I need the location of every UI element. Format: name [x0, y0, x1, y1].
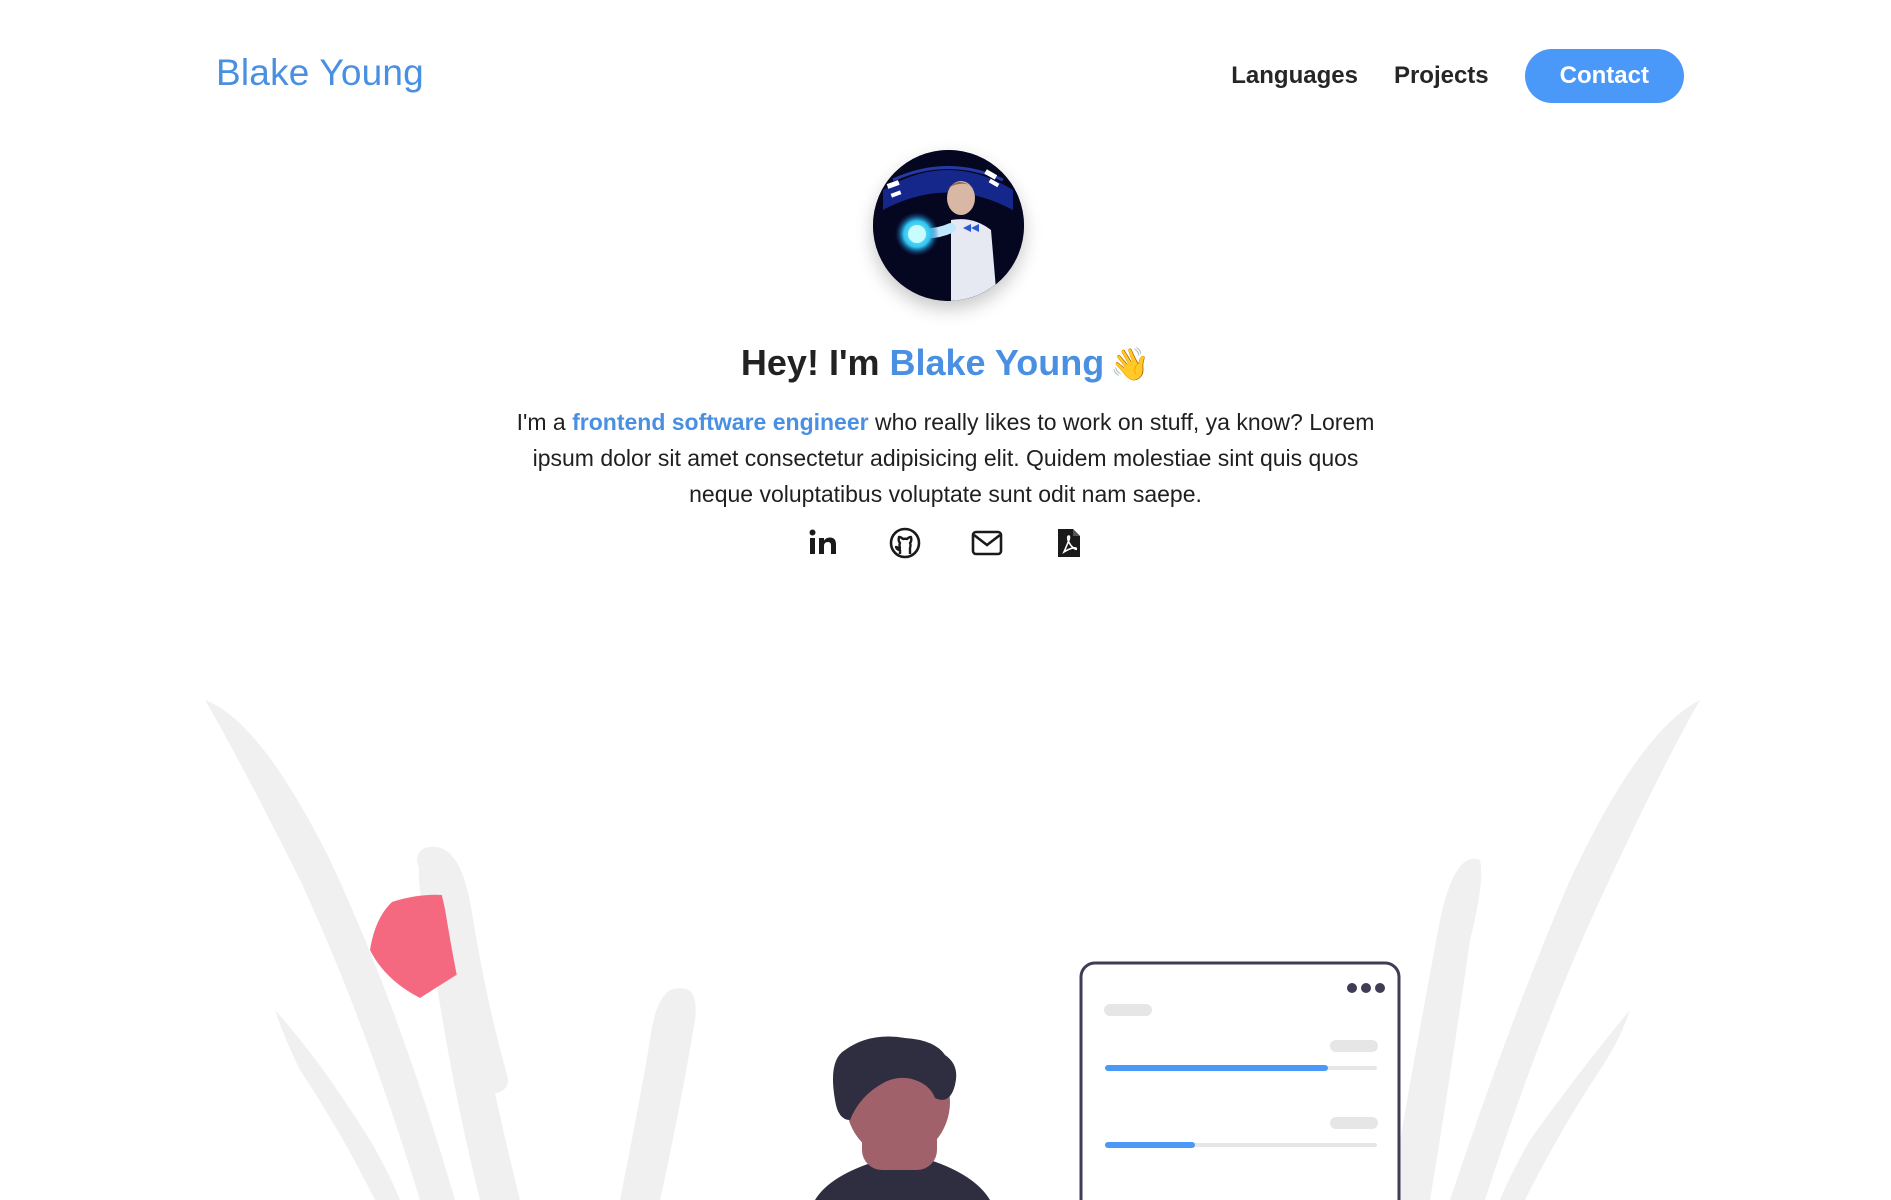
developer-illustration	[205, 700, 1700, 1200]
hero-heading: Hey! I'm Blake Young 👋	[0, 342, 1891, 384]
browser-window-card	[1079, 961, 1401, 1200]
nav-links: Languages Projects Contact	[1231, 49, 1684, 103]
avatar-photo	[873, 150, 1024, 301]
nav-link-projects[interactable]: Projects	[1394, 62, 1489, 90]
hero-intro: I'm a frontend software engineer who rea…	[500, 404, 1391, 512]
github-icon[interactable]	[888, 526, 922, 560]
navbar: Blake Young Languages Projects Contact	[0, 0, 1891, 150]
leaf-right-1	[1450, 700, 1700, 1200]
portfolio-page: Blake Young Languages Projects Contact H…	[0, 0, 1891, 1200]
role-highlight: frontend software engineer	[572, 409, 869, 435]
brand-logo-link[interactable]: Blake Young	[216, 52, 424, 94]
social-links	[0, 526, 1891, 560]
hero-name: Blake Young	[889, 342, 1105, 383]
waving-hand-icon: 👋	[1110, 346, 1151, 382]
progress-bar-1	[1105, 1065, 1328, 1071]
person-figure	[815, 1036, 990, 1200]
linkedin-icon[interactable]	[806, 526, 840, 560]
progress-bar-2	[1105, 1142, 1195, 1148]
mail-icon[interactable]	[970, 526, 1004, 560]
pdf-resume-icon[interactable]	[1052, 526, 1086, 560]
intro-prefix: I'm a	[516, 409, 573, 435]
leaf-left-4	[620, 988, 696, 1200]
nav-link-languages[interactable]: Languages	[1231, 62, 1358, 90]
profile-avatar	[873, 150, 1024, 301]
contact-button[interactable]: Contact	[1524, 49, 1684, 103]
hero-illustration	[0, 680, 1891, 1200]
greeting-prefix: Hey! I'm	[740, 342, 890, 383]
